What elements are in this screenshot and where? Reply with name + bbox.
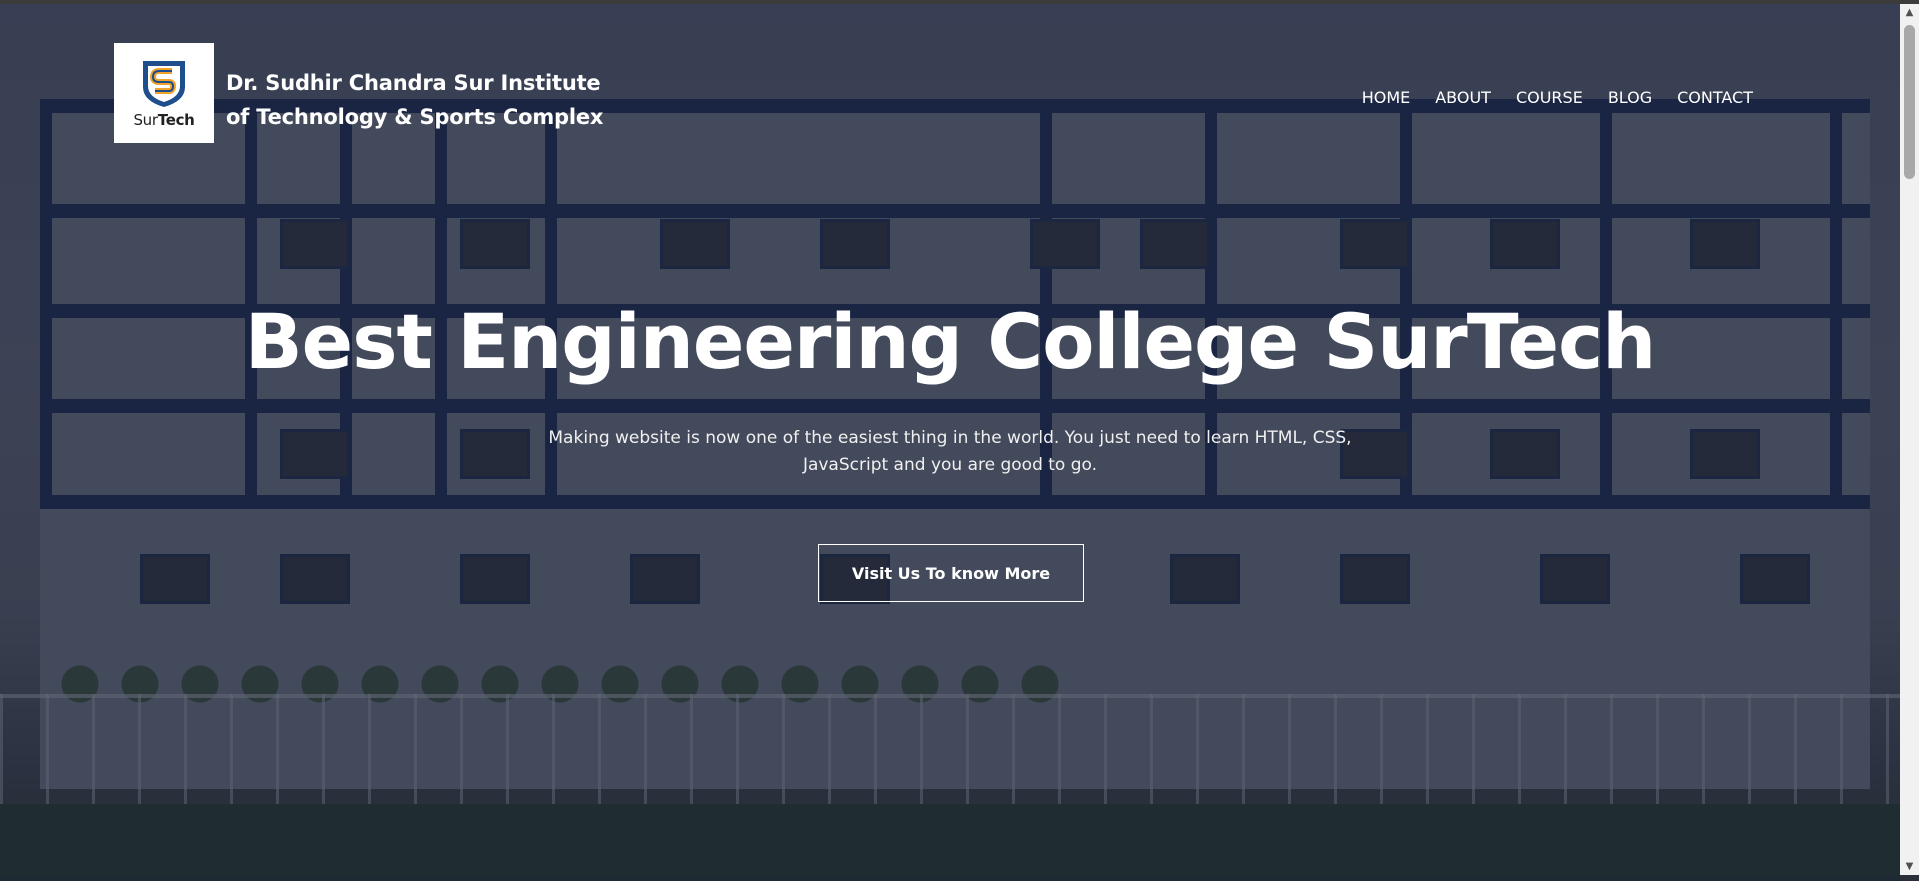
site-title-line1: Dr. Sudhir Chandra Sur Institute	[226, 71, 601, 95]
page-scrollbar[interactable]: ▲ ▼	[1900, 4, 1919, 875]
hero-section: SurTech Dr. Sudhir Chandra Sur Institute…	[0, 4, 1900, 875]
hero-subtitle-line1: Making website is now one of the easiest…	[548, 428, 1352, 448]
nav-about-link[interactable]: ABOUT	[1435, 88, 1491, 107]
nav-course-link[interactable]: COURSE	[1516, 88, 1583, 107]
visit-us-button[interactable]: Visit Us To know More	[818, 544, 1084, 602]
site-title-line2: of Technology & Sports Complex	[226, 105, 604, 129]
browser-bottom-edge	[0, 875, 1900, 881]
nav-home-link[interactable]: HOME	[1362, 88, 1411, 107]
site-title: Dr. Sudhir Chandra Sur Institute of Tech…	[226, 66, 646, 134]
logo-wordmark: SurTech	[133, 111, 195, 129]
hero-subtitle: Making website is now one of the easiest…	[540, 425, 1360, 479]
nav-contact-link[interactable]: CONTACT	[1677, 88, 1753, 107]
triangle-down-icon[interactable]: ▼	[1900, 858, 1919, 875]
hero-headline: Best Engineering College SurTech	[244, 297, 1656, 386]
hero-subtitle-line2: JavaScript and you are good to go.	[802, 455, 1098, 475]
scrollbar-thumb[interactable]	[1904, 25, 1915, 179]
nav-blog-link[interactable]: BLOG	[1608, 88, 1652, 107]
site-logo[interactable]: SurTech	[114, 43, 214, 143]
main-navigation: HOME ABOUT COURSE BLOG CONTACT	[1337, 88, 1753, 107]
shield-s-logo-icon	[143, 61, 185, 107]
triangle-up-icon[interactable]: ▲	[1900, 4, 1919, 21]
